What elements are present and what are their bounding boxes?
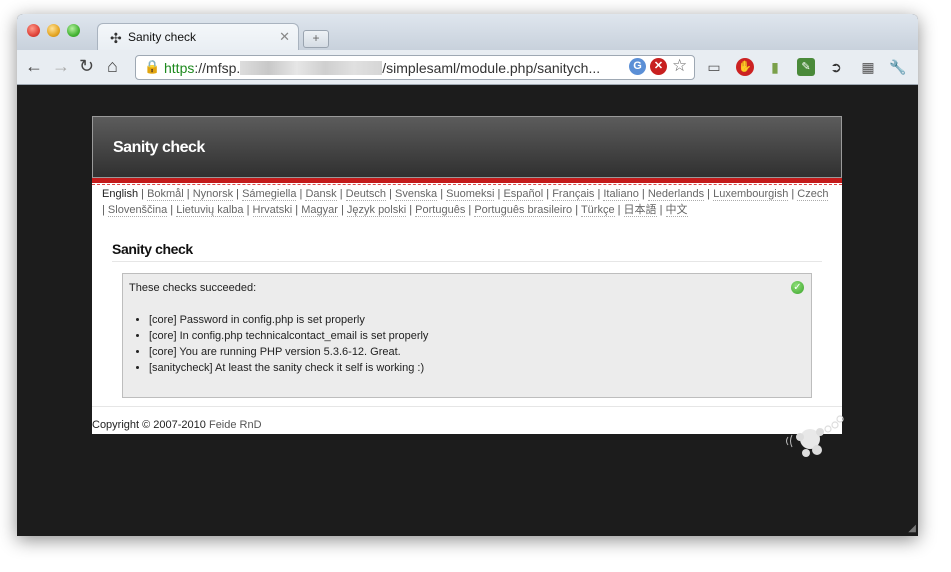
checks-box-title: These checks succeeded: <box>129 282 257 294</box>
language-link[interactable]: Italiano <box>603 188 639 201</box>
check-item: [sanitycheck] At least the sanity check … <box>149 360 428 376</box>
language-link[interactable]: 中文 <box>665 204 688 217</box>
footer-divider <box>92 406 842 407</box>
page-viewport: Sanity check English | Bokmål | Nynorsk … <box>17 85 918 536</box>
language-link[interactable]: Dansk <box>305 188 337 201</box>
star-icon[interactable]: ☆ <box>672 56 687 76</box>
lock-icon: 🔒 <box>144 59 161 74</box>
language-link[interactable]: Slovenščina <box>107 204 168 217</box>
language-link[interactable]: Hrvatski <box>252 204 293 217</box>
title-bar: ✣ Sanity check ✕ + <box>17 14 918 51</box>
evernote-icon[interactable]: ✎ <box>797 58 815 76</box>
language-separator: | <box>138 188 148 200</box>
language-link[interactable]: Sámegiella <box>242 188 297 201</box>
language-separator: | <box>572 204 581 216</box>
language-separator: | <box>704 188 714 200</box>
language-link[interactable]: Lietuvių kalba <box>176 204 244 217</box>
language-link[interactable]: Język polski <box>346 204 407 217</box>
language-separator: | <box>788 188 798 200</box>
feide-link[interactable]: Feide RnD <box>209 419 262 431</box>
home-icon[interactable]: ⌂ <box>107 56 118 77</box>
puzzle-icon: ✣ <box>110 30 122 46</box>
language-separator: | <box>437 188 447 200</box>
close-window-button[interactable] <box>27 24 40 37</box>
phone-icon[interactable]: ➲ <box>827 58 845 76</box>
header-red-bar <box>92 178 842 183</box>
language-link[interactable]: Svenska <box>394 188 438 201</box>
simplesaml-logo-icon <box>786 415 844 457</box>
language-link[interactable]: Português brasileiro <box>474 204 573 217</box>
language-link[interactable]: Nederlands <box>647 188 705 201</box>
language-separator: | <box>336 188 346 200</box>
language-link[interactable]: Nynorsk <box>192 188 234 201</box>
language-separator: | <box>638 188 648 200</box>
heading-divider <box>112 261 822 262</box>
forward-icon[interactable]: → <box>52 56 70 77</box>
page-heading: Sanity check <box>112 241 193 257</box>
page-container: Sanity check English | Bokmål | Nynorsk … <box>92 116 842 434</box>
language-bar: English | Bokmål | Nynorsk | Sámegiella … <box>102 186 832 218</box>
browser-window: ✣ Sanity check ✕ + ← → ↻ ⌂ 🔒 https://mfs… <box>17 14 918 536</box>
language-link[interactable]: Bokmål <box>147 188 184 201</box>
back-icon[interactable]: ← <box>25 56 43 77</box>
google-icon[interactable]: G <box>629 58 646 75</box>
header-divider <box>92 184 842 185</box>
check-item: [core] You are running PHP version 5.3.6… <box>149 344 428 360</box>
address-bar[interactable]: 🔒 https://mfsp./simplesaml/module.php/sa… <box>135 55 695 80</box>
language-link[interactable]: Czech <box>797 188 829 201</box>
language-link[interactable]: Deutsch <box>345 188 386 201</box>
language-separator: | <box>656 204 666 216</box>
language-separator: | <box>614 204 624 216</box>
url-text: https://mfsp./simplesaml/module.php/sani… <box>164 60 601 76</box>
language-link[interactable]: Español <box>503 188 544 201</box>
minimize-window-button[interactable] <box>47 24 60 37</box>
copyright: Copyright © 2007-2010 Feide RnD <box>92 419 262 431</box>
language-link[interactable]: Français <box>552 188 595 201</box>
tab-title: Sanity check <box>128 30 197 44</box>
language-separator: | <box>386 188 395 200</box>
tab-sanity-check[interactable]: ✣ Sanity check ✕ <box>97 23 299 51</box>
resize-grip-icon[interactable]: ◢ <box>908 523 916 534</box>
check-item: [core] In config.php technicalcontact_em… <box>149 328 428 344</box>
language-separator: | <box>292 204 302 216</box>
zoom-window-button[interactable] <box>67 24 80 37</box>
extension-icon[interactable]: ▮ <box>766 58 784 76</box>
reload-icon[interactable]: ↻ <box>79 56 94 77</box>
redacted-host <box>240 61 383 75</box>
success-check-icon: ✓ <box>791 281 804 294</box>
checks-box: These checks succeeded: ✓ [core] Passwor… <box>122 273 812 398</box>
tab-close-icon[interactable]: ✕ <box>279 29 290 45</box>
header-title: Sanity check <box>113 139 205 156</box>
block-icon[interactable]: ✕ <box>650 58 667 75</box>
language-separator: | <box>243 204 253 216</box>
check-item: [core] Password in config.php is set pro… <box>149 312 428 328</box>
language-separator: | <box>233 188 243 200</box>
language-link[interactable]: Português <box>415 204 466 217</box>
language-separator: | <box>465 204 475 216</box>
language-current: English <box>102 188 139 200</box>
language-separator: | <box>337 204 347 216</box>
adblock-icon[interactable]: ✋ <box>736 58 754 76</box>
browser-toolbar: ← → ↻ ⌂ 🔒 https://mfsp./simplesaml/modul… <box>17 50 918 85</box>
language-link[interactable]: Magyar <box>301 204 338 217</box>
language-separator: | <box>543 188 553 200</box>
language-separator: | <box>406 204 416 216</box>
language-separator: | <box>167 204 177 216</box>
bag-icon[interactable]: ▦ <box>859 58 877 76</box>
new-tab-button[interactable]: + <box>303 30 329 48</box>
page-action-icon[interactable]: ▭ <box>705 58 723 76</box>
language-link[interactable]: 日本語 <box>623 204 657 217</box>
checks-list: [core] Password in config.php is set pro… <box>129 312 428 376</box>
language-link[interactable]: Suomeksi <box>446 188 495 201</box>
page-header: Sanity check <box>92 116 842 178</box>
language-link[interactable]: Luxembourgish <box>713 188 789 201</box>
language-link[interactable]: Türkçe <box>580 204 615 217</box>
wrench-icon[interactable]: 🔧 <box>889 58 907 76</box>
language-separator: | <box>183 188 193 200</box>
